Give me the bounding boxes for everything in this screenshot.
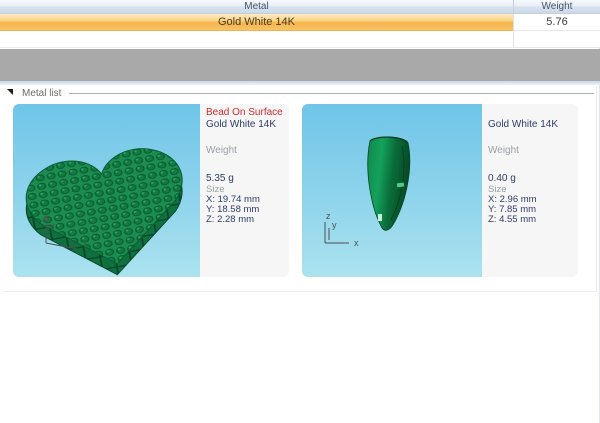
section-title: Metal list: [22, 88, 61, 99]
weight-value: 0.40 g: [488, 173, 575, 184]
splitter-bar[interactable]: [0, 49, 600, 81]
metal-name: Gold White 14K: [488, 119, 575, 131]
prong-model-icon: z y x: [302, 104, 482, 277]
metal-weight-table: Metal Weight Gold White 14K 5.76: [0, 0, 600, 48]
size-z: Z: 4.55 mm: [488, 215, 575, 225]
metal-cell-empty: [0, 31, 513, 48]
panel-divider: [0, 81, 600, 85]
table-row-gold-white-14k[interactable]: Gold White 14K 5.76: [0, 14, 600, 31]
axis-label-x: x: [354, 238, 359, 248]
column-header-weight[interactable]: Weight: [513, 0, 600, 13]
size-z: Z: 2.28 mm: [206, 215, 286, 225]
weight-cell-empty: [513, 31, 600, 48]
table-header-row: Metal Weight: [0, 0, 600, 14]
model-viewport: y x: [13, 104, 200, 277]
weight-value: 5.35 g: [206, 173, 286, 184]
table-row-empty[interactable]: [0, 31, 600, 48]
metal-item-card-prong[interactable]: z y x Gold White 14K Weight 0.40 g Size …: [302, 104, 578, 277]
weight-label: Weight: [206, 145, 286, 156]
weight-label: Weight: [488, 145, 575, 156]
metal-cell[interactable]: Gold White 14K: [0, 14, 513, 31]
feature-badge: Bead On Surface: [206, 107, 286, 119]
metal-item-card-heart[interactable]: y x Bead On Surface Gold White 14K Weigh…: [13, 104, 289, 277]
weight-cell[interactable]: 5.76: [513, 14, 600, 31]
metal-name: Gold White 14K: [206, 119, 286, 131]
metal-list-header: Metal list: [3, 86, 596, 100]
feature-badge: [488, 107, 575, 119]
model-viewport: z y x: [302, 104, 482, 277]
section-rule: [69, 93, 594, 94]
model-info-panel: Bead On Surface Gold White 14K Weight 5.…: [200, 104, 289, 277]
axis-label-x: x: [71, 240, 76, 250]
beaded-heart-model-icon: y x: [13, 104, 200, 277]
axis-label-y: y: [50, 221, 55, 231]
column-header-metal[interactable]: Metal: [0, 0, 513, 13]
collapse-triangle-icon[interactable]: [7, 89, 13, 95]
axis-label-y: y: [332, 220, 337, 230]
axis-label-z: z: [326, 211, 331, 221]
app-window: Metal Weight Gold White 14K 5.76 Metal l…: [0, 0, 600, 423]
model-info-panel: Gold White 14K Weight 0.40 g Size X: 2.9…: [482, 104, 578, 277]
